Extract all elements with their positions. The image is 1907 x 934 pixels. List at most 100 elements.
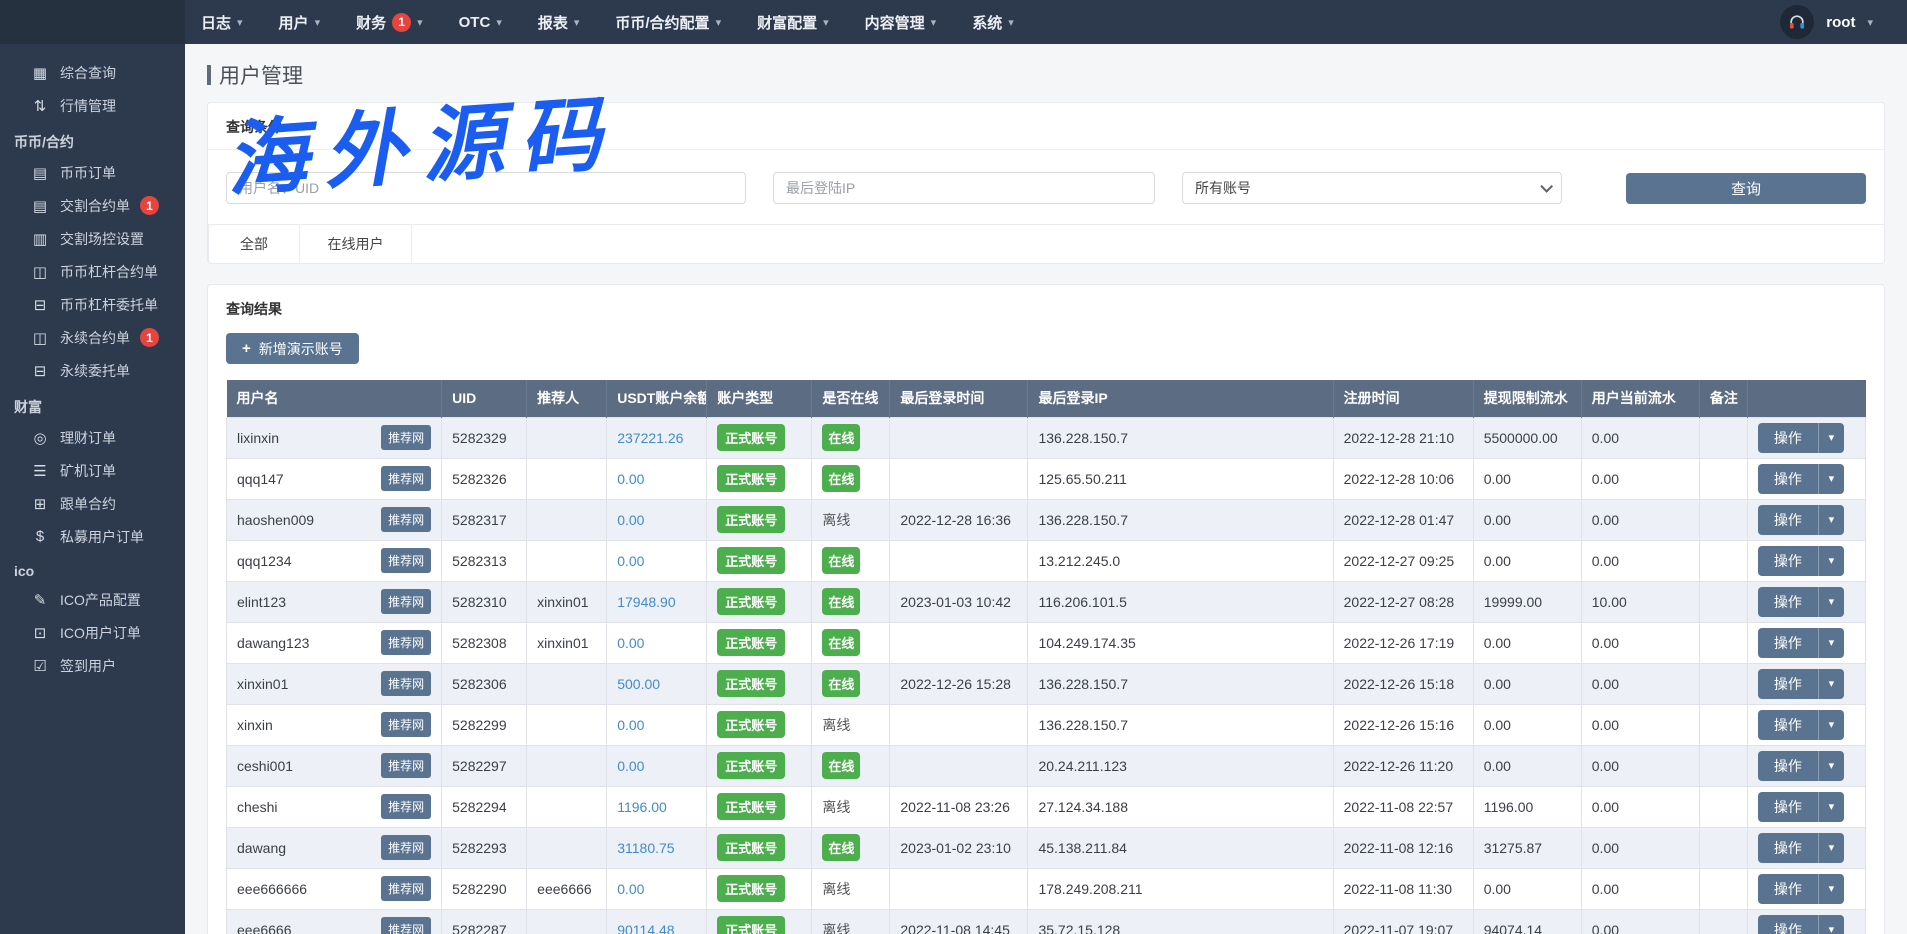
action-button[interactable]: 操作 — [1758, 423, 1818, 453]
action-split-button[interactable]: 操作 ▾ — [1758, 669, 1844, 699]
referral-site-badge[interactable]: 推荐网 — [381, 917, 431, 934]
sidebar-item[interactable]: ▦ 综合查询 — [0, 56, 185, 89]
topnav-item[interactable]: 系统 ▾ — [972, 12, 1014, 33]
referral-site-badge[interactable]: 推荐网 — [381, 794, 431, 819]
referral-site-badge[interactable]: 推荐网 — [381, 630, 431, 655]
last-login-ip-input[interactable] — [773, 172, 1155, 204]
action-button[interactable]: 操作 — [1758, 505, 1818, 535]
avatar[interactable] — [1780, 5, 1814, 39]
referral-site-badge[interactable]: 推荐网 — [381, 466, 431, 491]
action-split-button[interactable]: 操作 ▾ — [1758, 710, 1844, 740]
action-split-button[interactable]: 操作 ▾ — [1758, 874, 1844, 904]
topnav-item[interactable]: 用户 ▾ — [279, 12, 321, 33]
balance-link[interactable]: 0.00 — [617, 635, 644, 651]
balance-link[interactable]: 500.00 — [617, 676, 660, 692]
action-split-button[interactable]: 操作 ▾ — [1758, 423, 1844, 453]
tab-all[interactable]: 全部 — [208, 225, 300, 263]
referral-site-badge[interactable]: 推荐网 — [381, 507, 431, 532]
action-dropdown-caret-icon[interactable]: ▾ — [1818, 874, 1844, 904]
balance-link[interactable]: 0.00 — [617, 471, 644, 487]
sidebar-item[interactable]: ⊟ 币币杠杆委托单 — [0, 288, 185, 321]
balance-link[interactable]: 17948.90 — [617, 594, 675, 610]
sidebar-item[interactable]: $ 私募用户订单 — [0, 520, 185, 553]
referral-site-badge[interactable]: 推荐网 — [381, 835, 431, 860]
action-split-button[interactable]: 操作 ▾ — [1758, 464, 1844, 494]
balance-link[interactable]: 31180.75 — [617, 840, 674, 856]
account-type-select[interactable]: 所有账号 — [1182, 172, 1562, 204]
search-button[interactable]: 查询 — [1626, 173, 1866, 204]
sidebar-item[interactable]: ☰ 矿机订单 — [0, 454, 185, 487]
balance-link[interactable]: 0.00 — [617, 758, 644, 774]
action-dropdown-caret-icon[interactable]: ▾ — [1818, 833, 1844, 863]
sidebar-item[interactable]: ◫ 永续合约单 1 — [0, 321, 185, 354]
balance-link[interactable]: 237221.26 — [617, 430, 683, 446]
action-split-button[interactable]: 操作 ▾ — [1758, 546, 1844, 576]
action-dropdown-caret-icon[interactable]: ▾ — [1818, 751, 1844, 781]
action-dropdown-caret-icon[interactable]: ▾ — [1818, 915, 1844, 934]
topnav-item[interactable]: 内容管理 ▾ — [865, 12, 937, 33]
action-dropdown-caret-icon[interactable]: ▾ — [1818, 423, 1844, 453]
balance-link[interactable]: 1196.00 — [617, 799, 667, 815]
action-button[interactable]: 操作 — [1758, 915, 1818, 934]
action-dropdown-caret-icon[interactable]: ▾ — [1818, 464, 1844, 494]
action-split-button[interactable]: 操作 ▾ — [1758, 915, 1844, 934]
action-split-button[interactable]: 操作 ▾ — [1758, 751, 1844, 781]
action-button[interactable]: 操作 — [1758, 751, 1818, 781]
sidebar-item[interactable]: ⊞ 跟单合约 — [0, 487, 185, 520]
action-button[interactable]: 操作 — [1758, 874, 1818, 904]
action-split-button[interactable]: 操作 ▾ — [1758, 587, 1844, 617]
balance-link[interactable]: 90114.48 — [617, 922, 674, 934]
action-split-button[interactable]: 操作 ▾ — [1758, 833, 1844, 863]
referral-site-badge[interactable]: 推荐网 — [381, 671, 431, 696]
action-button[interactable]: 操作 — [1758, 587, 1818, 617]
username-label[interactable]: root — [1826, 14, 1855, 31]
balance-link[interactable]: 0.00 — [617, 512, 644, 528]
action-button[interactable]: 操作 — [1758, 546, 1818, 576]
action-dropdown-caret-icon[interactable]: ▾ — [1818, 546, 1844, 576]
topnav-item[interactable]: 财务 1 ▾ — [356, 12, 423, 33]
balance-link[interactable]: 0.00 — [617, 717, 644, 733]
action-button[interactable]: 操作 — [1758, 833, 1818, 863]
action-split-button[interactable]: 操作 ▾ — [1758, 628, 1844, 658]
referral-site-badge[interactable]: 推荐网 — [381, 712, 431, 737]
action-split-button[interactable]: 操作 ▾ — [1758, 505, 1844, 535]
sidebar-item[interactable]: ⊡ ICO用户订单 — [0, 616, 185, 649]
tab-online-users[interactable]: 在线用户 — [300, 225, 412, 263]
sidebar-item[interactable]: ▤ 交割合约单 1 — [0, 189, 185, 222]
referral-site-badge[interactable]: 推荐网 — [381, 589, 431, 614]
sidebar-item[interactable]: ✎ ICO产品配置 — [0, 583, 185, 616]
topnav-item[interactable]: 日志 ▾ — [201, 12, 243, 33]
action-split-button[interactable]: 操作 ▾ — [1758, 792, 1844, 822]
add-demo-account-button[interactable]: + 新增演示账号 — [226, 333, 359, 364]
user-menu-caret-icon[interactable]: ▾ — [1867, 16, 1873, 29]
topnav-item[interactable]: 报表 ▾ — [538, 12, 580, 33]
action-dropdown-caret-icon[interactable]: ▾ — [1818, 628, 1844, 658]
referral-site-badge[interactable]: 推荐网 — [381, 876, 431, 901]
action-button[interactable]: 操作 — [1758, 628, 1818, 658]
referral-site-badge[interactable]: 推荐网 — [381, 548, 431, 573]
topnav-item[interactable]: OTC ▾ — [459, 14, 502, 31]
sidebar-item[interactable]: ⇅ 行情管理 — [0, 89, 185, 122]
sidebar-item[interactable]: ◫ 币币杠杆合约单 — [0, 255, 185, 288]
action-dropdown-caret-icon[interactable]: ▾ — [1818, 669, 1844, 699]
action-dropdown-caret-icon[interactable]: ▾ — [1818, 792, 1844, 822]
action-dropdown-caret-icon[interactable]: ▾ — [1818, 710, 1844, 740]
sidebar-item[interactable]: ☑ 签到用户 — [0, 649, 185, 682]
topnav-item[interactable]: 财富配置 ▾ — [757, 12, 829, 33]
action-button[interactable]: 操作 — [1758, 792, 1818, 822]
referral-site-badge[interactable]: 推荐网 — [381, 753, 431, 778]
action-dropdown-caret-icon[interactable]: ▾ — [1818, 587, 1844, 617]
sidebar-item[interactable]: ◎ 理财订单 — [0, 421, 185, 454]
balance-link[interactable]: 0.00 — [617, 553, 644, 569]
sidebar-item[interactable]: ⊟ 永续委托单 — [0, 354, 185, 387]
action-button[interactable]: 操作 — [1758, 669, 1818, 699]
action-button[interactable]: 操作 — [1758, 710, 1818, 740]
referral-site-badge[interactable]: 推荐网 — [381, 425, 431, 450]
username-uid-input[interactable] — [226, 172, 746, 204]
sidebar-item[interactable]: ▥ 交割场控设置 — [0, 222, 185, 255]
action-dropdown-caret-icon[interactable]: ▾ — [1818, 505, 1844, 535]
action-button[interactable]: 操作 — [1758, 464, 1818, 494]
sidebar-item[interactable]: ▤ 币币订单 — [0, 156, 185, 189]
balance-link[interactable]: 0.00 — [617, 881, 644, 897]
topnav-item[interactable]: 币币/合约配置 ▾ — [615, 12, 721, 33]
